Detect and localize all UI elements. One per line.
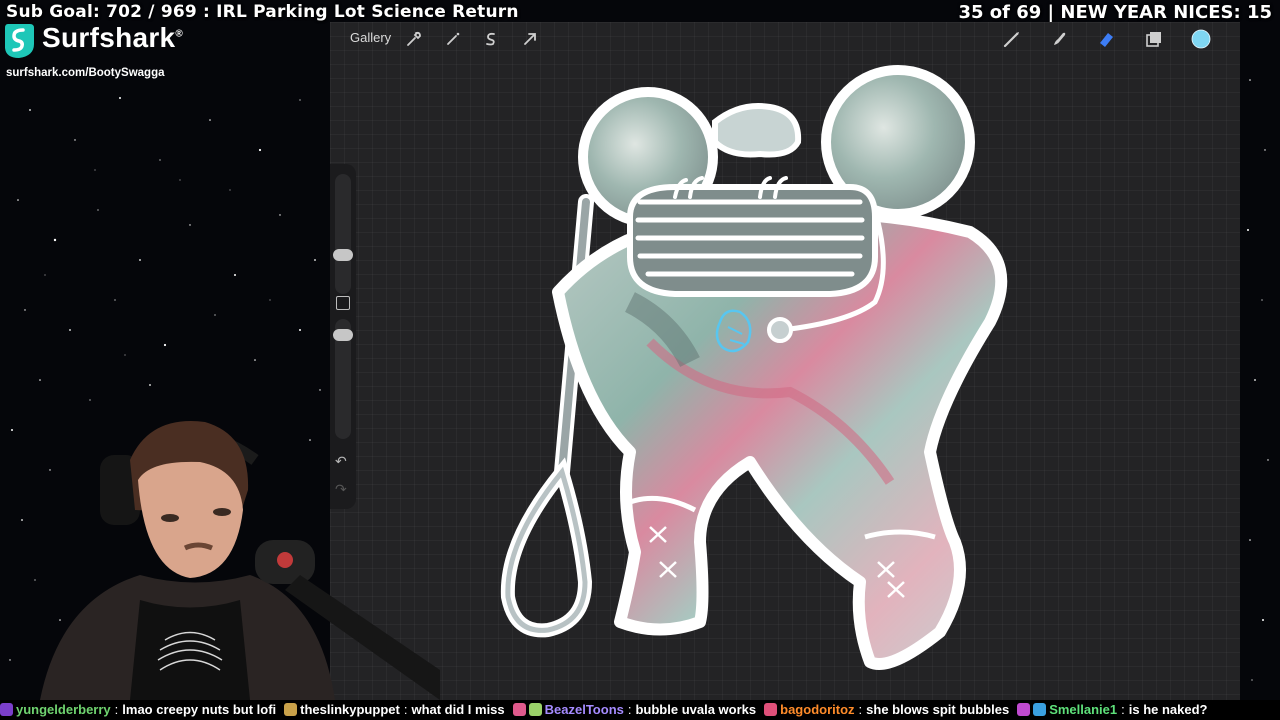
nices-counter-overlay: 35 of 69 | NEW YEAR NICES: 15 <box>958 2 1272 23</box>
sponsor-url: surfshark.com/BootySwagga <box>6 67 165 79</box>
chat-text: is he naked? <box>1128 702 1208 717</box>
chat-username[interactable]: theslinkypuppet <box>300 702 400 717</box>
chat-ticker: yungelderberry: lmao creepy nuts but lofi… <box>0 700 1280 720</box>
chat-username[interactable]: bagodoritoz <box>780 702 854 717</box>
chat-username[interactable]: yungelderberry <box>16 702 111 717</box>
chat-badge-icon <box>528 703 542 716</box>
chat-username[interactable]: BeazelToons <box>545 702 624 717</box>
chat-text: she blows spit bubbles <box>866 702 1010 717</box>
chat-message: bagodoritoz: she blows spit bubbles <box>764 700 1009 720</box>
sponsor-banner: Surfshark® surfshark.com/BootySwagga <box>2 22 202 84</box>
drawing-app-window: Gallery ↶ ↷ <box>330 22 1240 702</box>
chat-message: theslinkypuppet: what did I miss <box>284 700 505 720</box>
chat-separator: : <box>403 702 408 717</box>
sub-goal-overlay: Sub Goal: 702 / 969 : IRL Parking Lot Sc… <box>6 2 519 22</box>
chat-badge-icon <box>0 703 13 716</box>
chat-badge-icon <box>1033 703 1047 716</box>
chat-badge-icon <box>512 703 526 716</box>
chat-separator: : <box>627 702 632 717</box>
chat-username[interactable]: Smellanie1 <box>1049 702 1117 717</box>
chat-badge-icon <box>764 703 778 716</box>
surfshark-logo-icon <box>5 24 34 58</box>
chat-message: yungelderberry: lmao creepy nuts but lofi <box>0 700 276 720</box>
canvas-artwork <box>500 65 1008 670</box>
chat-separator: : <box>858 702 863 717</box>
chat-message: Smellanie1: is he naked? <box>1017 700 1208 720</box>
chat-badge-icon <box>1017 703 1031 716</box>
chat-separator: : <box>114 702 119 717</box>
webcam-feed <box>40 421 440 700</box>
chat-text: lmao creepy nuts but lofi <box>122 702 277 717</box>
chat-separator: : <box>1121 702 1125 717</box>
chat-text: what did I miss <box>411 702 505 717</box>
chat-badge-icon <box>284 703 298 716</box>
chat-message: BeazelToons: bubble uvala works <box>512 700 757 720</box>
chat-text: bubble uvala works <box>635 702 757 717</box>
sponsor-brand: Surfshark® <box>42 22 184 53</box>
